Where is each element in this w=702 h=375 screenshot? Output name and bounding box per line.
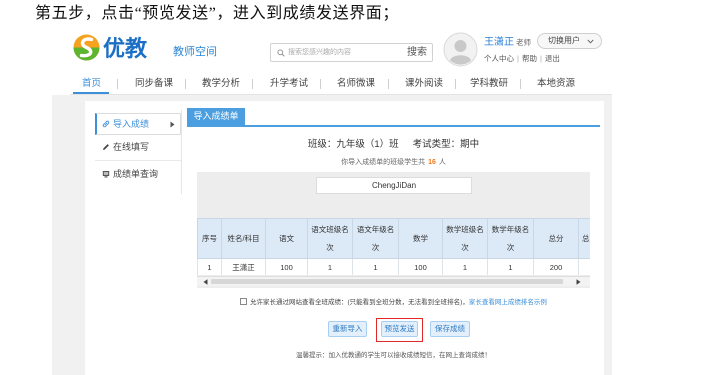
cell-index: 1 (197, 258, 222, 275)
score-sheet-area: ChengJiDan 序号 姓名/科目 语文 语文班级名次 语文年级名次 数学 … (197, 172, 590, 288)
user-name[interactable]: 王潇正 老师 (484, 37, 531, 49)
class-exam-info: 班级：九年级（1）班 考试类型：期中 (187, 139, 600, 151)
switch-user-button[interactable]: 切换用户 (537, 33, 602, 49)
nav-separator (455, 79, 456, 89)
col-header-math: 数学 (398, 218, 443, 259)
table-row: 1 王潇正 100 1 1 100 1 1 200 (197, 258, 590, 275)
user-role: 老师 (516, 38, 531, 47)
switch-user-label: 切换用户 (548, 36, 580, 45)
nav-separator (388, 79, 389, 89)
parent-view-checkbox[interactable] (240, 298, 247, 305)
parent-view-label: 允许家长通过网站查看全班成绩：(只能看到全班分数，无法看到全班排名)， (250, 299, 469, 306)
nav-separator (185, 79, 186, 89)
nav-item-extra-reading[interactable]: 课外阅读 (405, 78, 443, 90)
scroll-right-arrow-icon[interactable] (576, 279, 581, 285)
scrollbar-thumb[interactable] (211, 279, 563, 284)
cell-math-class-rank: 1 (442, 258, 488, 275)
highlight-box (376, 318, 423, 342)
sidebar-item-fill-online[interactable]: 在线填写 (95, 139, 181, 155)
nav-active-underline (73, 92, 109, 94)
step-instruction: 第五步，点击“预览发送”，进入到成绩发送界面； (35, 5, 400, 22)
report-icon (102, 171, 110, 178)
score-table-viewport: 序号 姓名/科目 语文 语文班级名次 语文年级名次 数学 数学班级名次 数学年级… (197, 218, 590, 275)
sidebar-divider (95, 160, 181, 161)
cell-chinese: 100 (265, 258, 308, 275)
cell-name: 王潇正 (221, 258, 266, 275)
user-name-text[interactable]: 王潇正 (484, 37, 514, 48)
sidebar-item-label: 在线填写 (113, 142, 150, 152)
table-header-row: 序号 姓名/科目 语文 语文班级名次 语文年级名次 数学 数学班级名次 数学年级… (197, 218, 590, 259)
sidebar-item-label: 导入成绩 (113, 119, 150, 129)
nav-item-micro-lessons[interactable]: 名师微课 (337, 78, 375, 90)
student-count-prefix: 你导入成绩单的班级学生共 (341, 159, 426, 166)
scroll-left-arrow-icon[interactable] (203, 279, 208, 285)
col-header-chinese-class-rank: 语文班级名次 (307, 218, 353, 259)
cell-total-extra (578, 258, 590, 275)
cell-math-grade-rank: 1 (487, 258, 534, 275)
logo-subtitle: 教师空间 (173, 46, 217, 58)
personal-center-link[interactable]: 个人中心 (484, 54, 514, 63)
save-scores-button[interactable]: 保存成绩 (430, 321, 470, 337)
file-name-box: ChengJiDan (316, 177, 472, 194)
cell-total: 200 (533, 258, 579, 275)
help-link[interactable]: 帮助 (514, 54, 537, 63)
logout-link[interactable]: 退出 (537, 54, 560, 63)
nav-item-home[interactable]: 首页 (82, 78, 101, 90)
tip-text: 温馨提示：加入优教通的学生可以接收成绩短信，在网上查询成绩！ (296, 352, 491, 359)
nav-separator (520, 79, 521, 89)
user-avatar-icon[interactable] (443, 32, 478, 67)
sidebar-item-label: 成绩单查询 (113, 169, 159, 179)
nav-separator (320, 79, 321, 89)
nav-item-entrance-exam[interactable]: 升学考试 (270, 78, 308, 90)
cell-chinese-grade-rank: 1 (352, 258, 399, 275)
nav-separator (117, 79, 118, 89)
col-header-total: 总分 (533, 218, 579, 259)
cell-chinese-class-rank: 1 (307, 258, 353, 275)
cell-math: 100 (398, 258, 443, 275)
user-links: 个人中心帮助退出 (484, 54, 560, 64)
col-header-index: 序号 (197, 218, 222, 259)
sidebar-item-import-scores[interactable]: 导入成绩 (95, 113, 181, 135)
col-header-chinese: 语文 (265, 218, 308, 259)
class-info: 班级：九年级（1）班 (307, 139, 399, 150)
search-input[interactable] (288, 44, 398, 61)
tab-underline (187, 125, 600, 127)
ranking-example-link[interactable]: 家长查看网上成绩排名示例 (469, 299, 547, 306)
search-button[interactable]: 搜索 (407, 44, 427, 61)
link-icon (102, 120, 110, 128)
youjiao-logo-icon[interactable] (72, 33, 101, 62)
parent-view-option: 允许家长通过网站查看全班成绩：(只能看到全班分数，无法看到全班排名)，家长查看网… (240, 298, 547, 308)
pencil-icon (103, 144, 109, 150)
col-header-name: 姓名/科目 (221, 218, 266, 259)
search-box[interactable]: 搜索 (270, 43, 433, 62)
nav-item-local-resources[interactable]: 本地资源 (537, 78, 575, 90)
col-header-math-grade-rank: 数学年级名次 (487, 218, 534, 259)
exam-type-info: 考试类型：期中 (412, 139, 480, 150)
score-table: 序号 姓名/科目 语文 语文班级名次 语文年级名次 数学 数学班级名次 数学年级… (197, 218, 590, 275)
student-count-value: 16 (428, 159, 436, 166)
logo-title[interactable]: 优教 (103, 37, 147, 61)
col-header-math-class-rank: 数学班级名次 (442, 218, 488, 259)
reimport-button[interactable]: 重新导入 (328, 321, 367, 337)
chevron-down-icon (587, 39, 594, 44)
nav-item-sync-prep[interactable]: 同步备课 (135, 78, 173, 90)
student-count-suffix: 人 (438, 159, 446, 166)
sidebar-item-score-query[interactable]: 成绩单查询 (95, 166, 181, 182)
student-count-info: 你导入成绩单的班级学生共 16 人 (187, 158, 600, 167)
nav-item-subject-research[interactable]: 学科教研 (470, 78, 508, 90)
tab-import-score-sheet[interactable]: 导入成绩单 (187, 108, 245, 125)
search-icon (277, 49, 285, 57)
col-header-total-extra: 总 (578, 218, 590, 259)
nav-separator (252, 79, 253, 89)
horizontal-scrollbar[interactable] (197, 276, 590, 286)
col-header-chinese-grade-rank: 语文年级名次 (352, 218, 399, 259)
caret-right-icon (170, 121, 175, 128)
nav-item-teaching-analysis[interactable]: 教学分析 (202, 78, 240, 90)
